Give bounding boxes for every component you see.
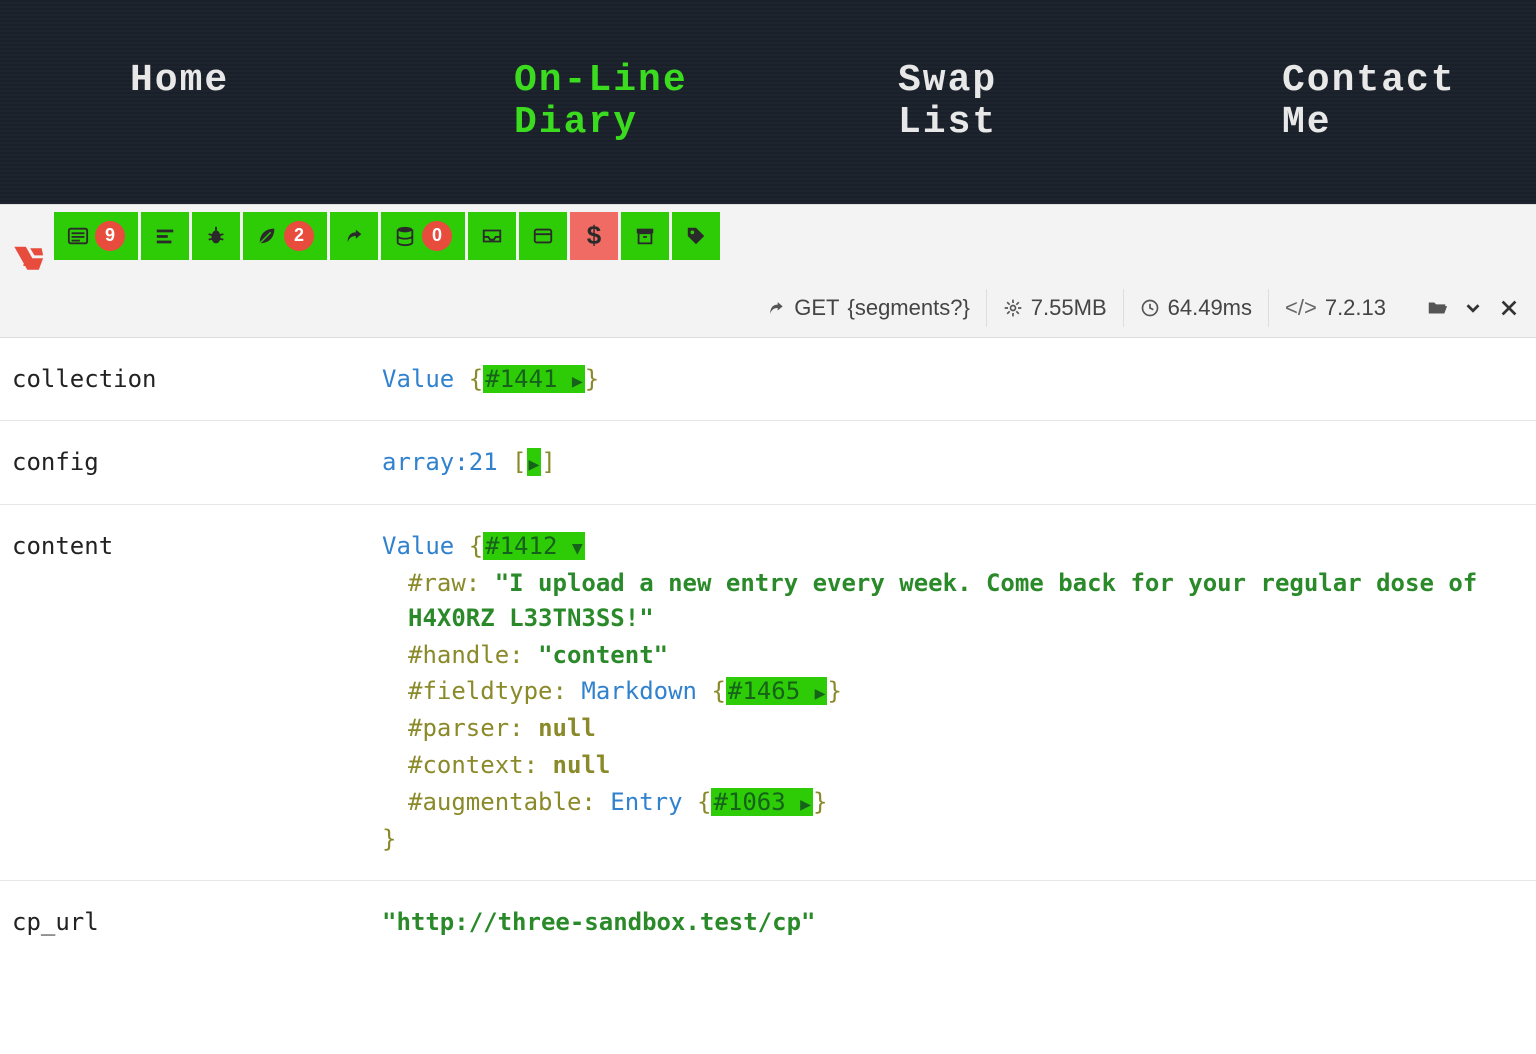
prop-key: #fieldtype: [408, 677, 553, 705]
debugbar-tabs-row: 9 2 0: [0, 205, 1536, 279]
php-version: 7.2.13: [1325, 295, 1386, 321]
stat-time[interactable]: 64.49ms: [1123, 289, 1268, 327]
laravel-logo-icon: [8, 239, 48, 279]
share-icon: [766, 298, 786, 318]
type-label: Entry: [610, 788, 682, 816]
debugbar-tabs: 9 2 0: [54, 212, 720, 260]
brace-open: {: [469, 365, 483, 393]
stat-route[interactable]: GET {segments?}: [750, 289, 986, 327]
string-value: "http://three-sandbox.test/cp": [382, 908, 815, 936]
tab-views[interactable]: 2: [243, 212, 327, 260]
var-row-collection: collection Value {#1441 ▶}: [0, 338, 1536, 422]
debugbar: 9 2 0: [0, 204, 1536, 338]
var-key: config: [12, 445, 382, 480]
prop-key: #handle: [408, 641, 509, 669]
tag-icon: [685, 225, 707, 247]
var-value: "http://three-sandbox.test/cp": [382, 905, 1524, 940]
share-icon: [343, 225, 365, 247]
var-row-cp-url: cp_url "http://three-sandbox.test/cp": [0, 881, 1536, 964]
route-path: {segments?}: [847, 295, 969, 321]
time-value: 64.49ms: [1168, 295, 1252, 321]
type-label: array:21: [382, 448, 498, 476]
tab-gate[interactable]: [621, 212, 669, 260]
var-value: Value {#1441 ▶}: [382, 362, 1524, 397]
brace-open: {: [469, 532, 483, 560]
expand-arrow-icon: ▶: [572, 371, 583, 392]
collapse-arrow-icon: ▼: [572, 538, 583, 559]
type-label: Value: [382, 532, 454, 560]
brace-close: }: [585, 365, 599, 393]
expand-arrow-icon: ▶: [815, 683, 826, 704]
type-label: Markdown: [581, 677, 697, 705]
tab-queries[interactable]: 0: [381, 212, 465, 260]
database-icon: [394, 225, 416, 247]
brace-close: }: [382, 825, 396, 853]
prop-key: #augmentable: [408, 788, 581, 816]
tab-cache[interactable]: [672, 212, 720, 260]
variables-panel: collection Value {#1441 ▶} config array:…: [0, 338, 1536, 965]
object-ref[interactable]: #1412 ▼: [483, 532, 585, 560]
prop-value: null: [538, 714, 596, 742]
leaf-icon: [256, 225, 278, 247]
inbox-icon: [481, 225, 503, 247]
var-key: content: [12, 529, 382, 856]
main-nav: Home On-Line Diary Swap List Contact Me: [0, 0, 1536, 204]
var-value: Value {#1412 ▼ #raw: "I upload a new ent…: [382, 529, 1524, 856]
prop-key: #raw: [408, 569, 466, 597]
tab-route[interactable]: [330, 212, 378, 260]
chevron-down-icon[interactable]: [1462, 297, 1484, 319]
prop-value: "content": [538, 641, 668, 669]
prop-value: "I upload a new entry every week. Come b…: [408, 569, 1477, 632]
tab-exceptions[interactable]: [192, 212, 240, 260]
expand-toggle[interactable]: ▶: [527, 448, 542, 476]
nav-contact-me[interactable]: Contact Me: [1152, 30, 1536, 174]
bars-icon: [154, 225, 176, 247]
tab-timeline[interactable]: [141, 212, 189, 260]
stat-memory[interactable]: 7.55MB: [986, 289, 1123, 327]
close-icon[interactable]: [1498, 297, 1520, 319]
list-icon: [67, 225, 89, 247]
expand-arrow-icon: ▶: [529, 454, 540, 475]
nav-swap-list[interactable]: Swap List: [768, 30, 1152, 174]
nav-online-diary[interactable]: On-Line Diary: [384, 30, 768, 174]
debugbar-controls: [1402, 297, 1528, 319]
archive-icon: [634, 225, 656, 247]
nav-home[interactable]: Home: [0, 30, 384, 174]
expand-arrow-icon: ▶: [800, 794, 811, 815]
dollar-icon: $: [587, 220, 601, 251]
clock-icon: [1140, 298, 1160, 318]
folder-open-icon[interactable]: [1426, 297, 1448, 319]
tab-mails[interactable]: [468, 212, 516, 260]
type-label: Value: [382, 365, 454, 393]
prop-key: #context: [408, 751, 524, 779]
code-icon: </>: [1285, 295, 1317, 321]
var-value: array:21 [▶]: [382, 445, 1524, 480]
var-key: collection: [12, 362, 382, 397]
prop-value: null: [553, 751, 611, 779]
tab-messages[interactable]: 9: [54, 212, 138, 260]
debugbar-stats-row: GET {segments?} 7.55MB 64.49ms </> 7.2.1…: [0, 279, 1536, 337]
stat-php[interactable]: </> 7.2.13: [1268, 289, 1402, 327]
gear-icon: [1003, 298, 1023, 318]
bracket-open: [: [512, 448, 526, 476]
prop-key: #parser: [408, 714, 509, 742]
object-body: #raw: "I upload a new entry every week. …: [382, 566, 1524, 820]
bracket-close: ]: [541, 448, 555, 476]
object-ref[interactable]: #1465 ▶: [726, 677, 828, 705]
var-row-content: content Value {#1412 ▼ #raw: "I upload a…: [0, 505, 1536, 881]
bug-icon: [205, 225, 227, 247]
route-method: GET: [794, 295, 839, 321]
card-icon: [532, 225, 554, 247]
tab-session[interactable]: [519, 212, 567, 260]
memory-value: 7.55MB: [1031, 295, 1107, 321]
object-ref[interactable]: #1441 ▶: [483, 365, 585, 393]
var-row-config: config array:21 [▶]: [0, 421, 1536, 505]
var-key: cp_url: [12, 905, 382, 940]
tab-request[interactable]: $: [570, 212, 618, 260]
views-badge: 2: [284, 221, 314, 251]
object-ref[interactable]: #1063 ▶: [711, 788, 813, 816]
queries-badge: 0: [422, 221, 452, 251]
messages-badge: 9: [95, 221, 125, 251]
